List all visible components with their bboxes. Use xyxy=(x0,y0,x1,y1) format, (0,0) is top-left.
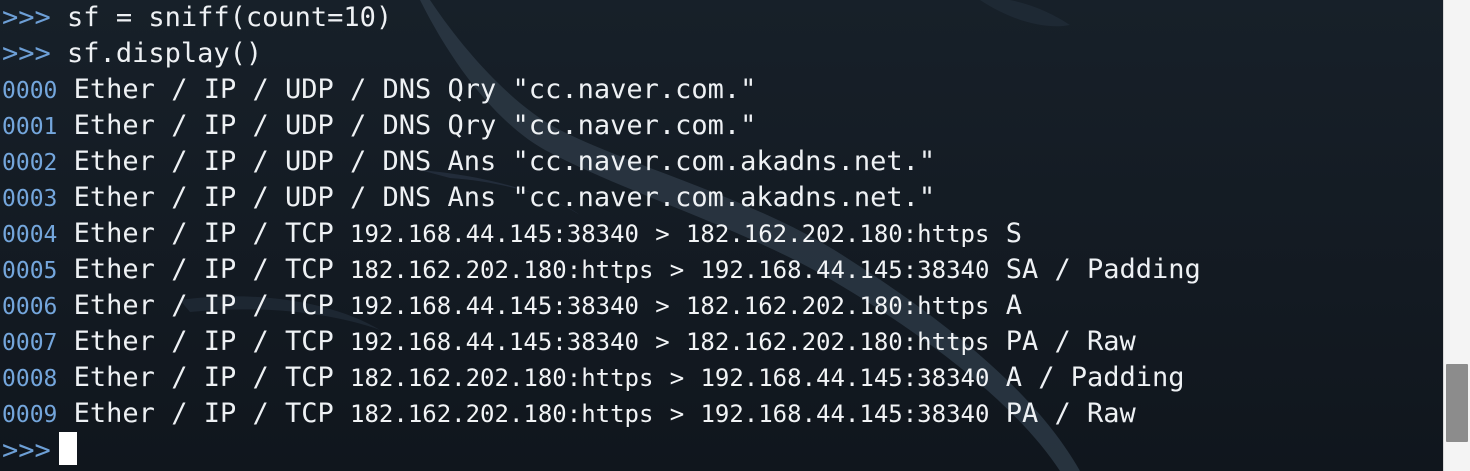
packet-info: SA / Padding xyxy=(1005,254,1201,285)
packet-destination: 182.162.202.180:https xyxy=(685,292,990,320)
command-text: sf = sniff(count=10) xyxy=(67,2,393,33)
packet-destination: 192.168.44.145:38340 xyxy=(700,364,990,392)
packet-index: 0007 xyxy=(2,330,58,356)
packet-row: 0000 Ether / IP / UDP / DNS Qry "cc.nave… xyxy=(2,72,1201,108)
packet-index: 0009 xyxy=(2,402,58,428)
packet-index: 0001 xyxy=(2,114,58,140)
packet-index: 0005 xyxy=(2,258,58,284)
command-line: >>> sf = sniff(count=10) xyxy=(2,0,1201,36)
text-cursor xyxy=(58,432,77,465)
packet-row: 0001 Ether / IP / UDP / DNS Qry "cc.nave… xyxy=(2,108,1201,144)
packet-source: 192.168.44.145:38340 xyxy=(350,220,639,248)
packet-row: 0003 Ether / IP / UDP / DNS Ans "cc.nave… xyxy=(2,180,1201,216)
packet-row: 0004 Ether / IP / TCP 192.168.44.145:383… xyxy=(2,216,1201,252)
packet-arrow: > xyxy=(655,292,670,320)
packet-arrow: > xyxy=(655,328,670,356)
packet-destination: 192.168.44.145:38340 xyxy=(700,256,990,284)
packet-index: 0006 xyxy=(2,294,58,320)
packet-source: 182.162.202.180:https xyxy=(350,400,654,428)
packet-info: "cc.naver.com." xyxy=(496,74,757,105)
packet-row: 0007 Ether / IP / TCP 192.168.44.145:383… xyxy=(2,324,1201,360)
packet-source: 182.162.202.180:https xyxy=(350,256,654,284)
packet-layers: Ether / IP / TCP xyxy=(73,290,334,321)
packet-layers: Ether / IP / TCP xyxy=(73,326,334,357)
packet-source: 192.168.44.145:38340 xyxy=(350,328,639,356)
packet-info: S xyxy=(1005,218,1022,249)
packet-index: 0000 xyxy=(2,78,58,104)
packet-info: "cc.naver.com.akadns.net." xyxy=(496,146,936,177)
packet-destination: 182.162.202.180:https xyxy=(685,328,990,356)
packet-row: 0008 Ether / IP / TCP 182.162.202.180:ht… xyxy=(2,360,1201,396)
terminal-output: >>> sf = sniff(count=10) >>> sf.display()… xyxy=(2,0,1201,468)
packet-arrow: > xyxy=(669,256,685,284)
packet-row: 0006 Ether / IP / TCP 192.168.44.145:383… xyxy=(2,288,1201,324)
packet-info: A / Padding xyxy=(1005,362,1185,393)
packet-info: A xyxy=(1005,290,1022,321)
packet-arrow: > xyxy=(655,220,670,248)
packet-index: 0004 xyxy=(2,222,58,248)
packet-layers: Ether / IP / UDP / DNS Qry xyxy=(73,74,497,105)
packet-row: 0002 Ether / IP / UDP / DNS Ans "cc.nave… xyxy=(2,144,1201,180)
packet-arrow: > xyxy=(669,364,685,392)
packet-layers: Ether / IP / UDP / DNS Qry xyxy=(73,110,497,141)
packet-layers: Ether / IP / TCP xyxy=(73,362,334,393)
prompt-symbol: >>> xyxy=(2,2,51,33)
prompt-symbol: >>> xyxy=(2,38,51,69)
packet-source: 182.162.202.180:https xyxy=(350,364,654,392)
packet-index: 0003 xyxy=(2,186,58,212)
prompt-symbol: >>> xyxy=(2,435,51,466)
packet-row: 0009 Ether / IP / TCP 182.162.202.180:ht… xyxy=(2,396,1201,432)
command-text: sf.display() xyxy=(67,38,263,69)
packet-destination: 192.168.44.145:38340 xyxy=(700,400,990,428)
packet-index: 0008 xyxy=(2,366,58,392)
packet-layers: Ether / IP / TCP xyxy=(73,398,334,429)
packet-source: 192.168.44.145:38340 xyxy=(350,292,639,320)
vertical-scrollbar[interactable] xyxy=(1443,0,1470,471)
packet-layers: Ether / IP / UDP / DNS Ans xyxy=(73,182,497,213)
packet-info: "cc.naver.com.akadns.net." xyxy=(496,182,936,213)
command-line: >>> sf.display() xyxy=(2,36,1201,72)
packet-index: 0002 xyxy=(2,150,58,176)
packet-layers: Ether / IP / UDP / DNS Ans xyxy=(73,146,497,177)
packet-info: PA / Raw xyxy=(1005,326,1136,357)
packet-row: 0005 Ether / IP / TCP 182.162.202.180:ht… xyxy=(2,252,1201,288)
packet-layers: Ether / IP / TCP xyxy=(73,254,334,285)
scrollbar-thumb[interactable] xyxy=(1446,364,1468,442)
packet-arrow: > xyxy=(669,400,685,428)
input-line[interactable]: >>> xyxy=(2,432,1201,468)
packet-layers: Ether / IP / TCP xyxy=(73,218,334,249)
terminal-window[interactable]: >>> sf = sniff(count=10) >>> sf.display()… xyxy=(0,0,1470,471)
packet-info: "cc.naver.com." xyxy=(496,110,757,141)
packet-destination: 182.162.202.180:https xyxy=(685,220,990,248)
packet-info: PA / Raw xyxy=(1005,398,1136,429)
